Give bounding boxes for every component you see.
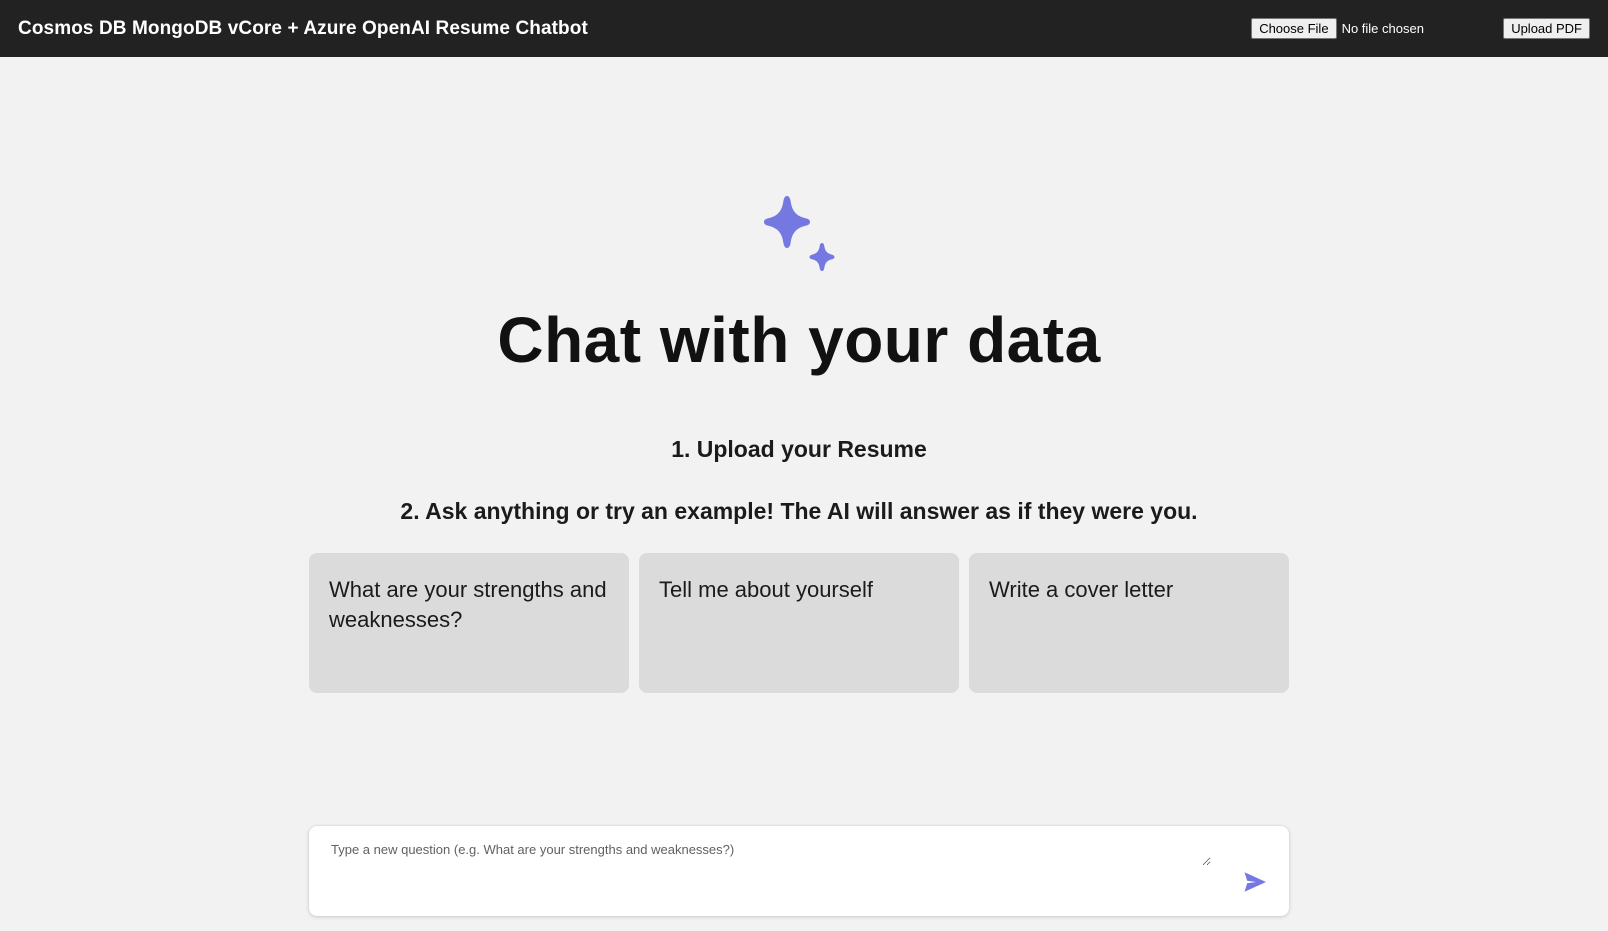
app-header: Cosmos DB MongoDB vCore + Azure OpenAI R… [0, 0, 1608, 57]
send-icon [1244, 872, 1266, 892]
instruction-step-2: 2. Ask anything or try an example! The A… [400, 498, 1198, 524]
choose-file-button[interactable]: Choose File [1251, 18, 1337, 39]
upload-controls: Choose File No file chosen Upload PDF [1251, 18, 1590, 39]
page-title: Chat with your data [497, 304, 1101, 376]
instruction-step-1: 1. Upload your Resume [671, 436, 927, 462]
question-box [309, 826, 1289, 916]
example-card-strengths[interactable]: What are your strengths and weaknesses? [309, 553, 629, 693]
file-picker[interactable]: Choose File No file chosen [1251, 18, 1503, 39]
question-input[interactable] [331, 842, 1211, 866]
example-questions: What are your strengths and weaknesses? … [309, 553, 1289, 693]
example-card-cover-letter[interactable]: Write a cover letter [969, 553, 1289, 693]
file-status-text: No file chosen [1341, 21, 1424, 36]
send-button[interactable] [1241, 868, 1269, 896]
upload-pdf-button[interactable]: Upload PDF [1503, 18, 1590, 39]
example-card-about-yourself[interactable]: Tell me about yourself [639, 553, 959, 693]
sparkle-icon [764, 196, 835, 271]
app-title: Cosmos DB MongoDB vCore + Azure OpenAI R… [18, 17, 588, 39]
